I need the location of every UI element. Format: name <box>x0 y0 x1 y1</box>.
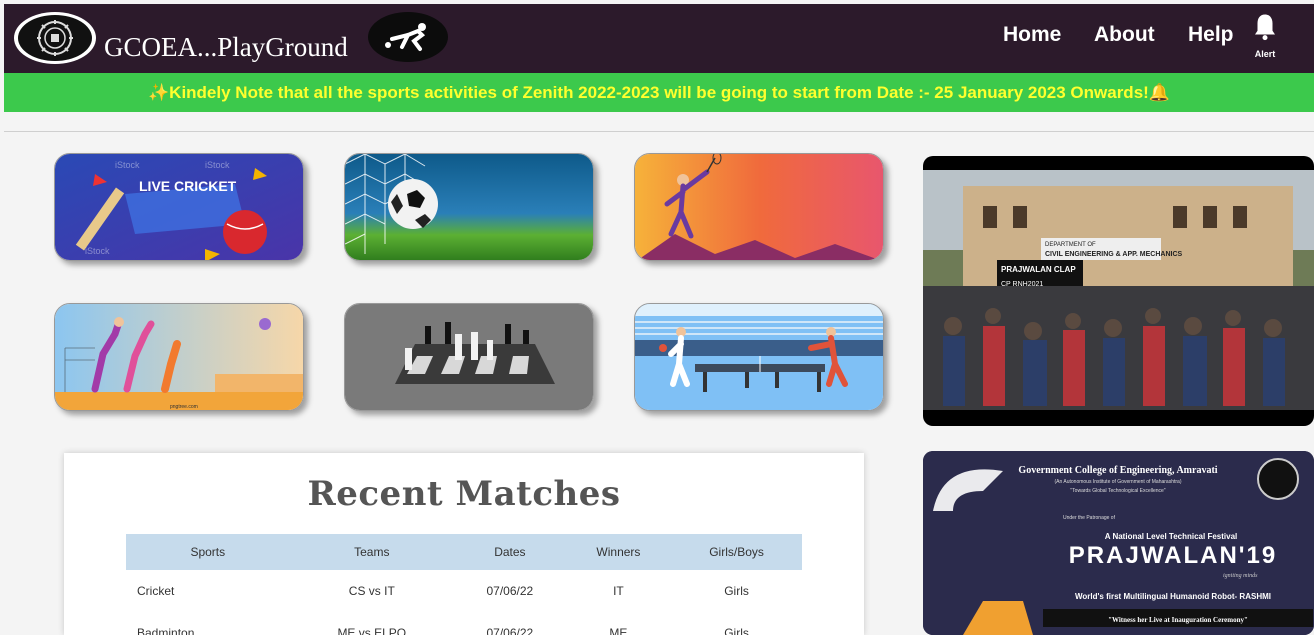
volleyball-card-caption: pngtree.com <box>170 404 198 410</box>
nav-about-link[interactable]: About <box>1094 23 1155 47</box>
sport-card-volleyball[interactable]: pngtree.com <box>54 303 304 411</box>
notice-text: ✨Kindely Note that all the sports activi… <box>148 82 1170 102</box>
cell-teams: CS vs IT <box>348 584 395 598</box>
col-dates: Dates <box>453 534 566 570</box>
sport-card-badminton[interactable] <box>634 153 884 261</box>
cell-category: Girls <box>724 626 749 635</box>
col-winners: Winners <box>565 534 672 570</box>
poster-subtitle: "Towards Global Technological Excellence… <box>1070 488 1165 494</box>
cell-sport: Badminton <box>137 626 195 635</box>
cell-date: 07/06/22 <box>486 584 534 598</box>
nav-home-link[interactable]: Home <box>1003 23 1061 47</box>
poster-title: PRAJWALAN'19 <box>1069 542 1277 569</box>
sport-card-chess[interactable] <box>344 303 594 411</box>
banner-sign-text: DEPARTMENT OF <box>1045 242 1096 248</box>
sport-card-table-tennis[interactable] <box>634 303 884 411</box>
college-logo[interactable] <box>14 12 96 64</box>
nav-help-link[interactable]: Help <box>1188 23 1234 47</box>
table-row: Cricket CS vs IT 07/06/22 IT Girls <box>126 570 802 612</box>
cell-winner: ME <box>609 626 628 635</box>
poster-festival: A National Level Technical Festival <box>1105 532 1238 541</box>
cell-sport: Cricket <box>137 584 175 598</box>
bell-icon <box>1255 14 1275 41</box>
cell-date: 07/06/22 <box>486 626 534 635</box>
cricket-card-watermark: iStock <box>85 246 110 256</box>
cricket-card-text: LIVE CRICKET <box>139 178 237 194</box>
poster-college-name: Government College of Engineering, Amrav… <box>1018 465 1217 476</box>
notice-bar: ✨Kindely Note that all the sports activi… <box>4 73 1314 112</box>
sport-player-icon <box>368 12 448 62</box>
table-header-row: Sports Teams Dates Winners Girls/Boys <box>126 534 802 570</box>
cell-category: Girls <box>724 584 749 598</box>
table-row: Badminton ME vs ELPO 07/06/22 ME Girls <box>126 612 802 635</box>
divider <box>4 131 1314 132</box>
cricket-card-watermark: iStock <box>205 160 230 170</box>
sport-card-football[interactable] <box>344 153 594 261</box>
col-girls-boys: Girls/Boys <box>671 534 802 570</box>
recent-matches-table: Sports Teams Dates Winners Girls/Boys Cr… <box>126 534 802 635</box>
top-navbar: GCOEA...PlayGround Home About Help Alert <box>4 4 1314 73</box>
college-emblem-icon <box>18 15 92 61</box>
cell-winner: IT <box>613 584 624 598</box>
cell-teams: ME vs ELPO <box>337 626 407 635</box>
prajwalan-crowd-photo: DEPARTMENT OF CIVIL ENGINEERING & APP. M… <box>923 156 1314 426</box>
recent-matches-title: Recent Matches <box>307 474 621 514</box>
poster-witness: "Witness her Live at Inauguration Ceremo… <box>1108 616 1248 624</box>
col-sports: Sports <box>126 534 290 570</box>
banner-board-text: PRAJWALAN CLAP <box>1001 265 1076 274</box>
poster-subtitle: (An Autonomous Institute of Government o… <box>1054 479 1181 485</box>
sport-card-cricket[interactable]: LIVE CRICKET iStock iStock iStock <box>54 153 304 261</box>
recent-matches-panel: Recent Matches Sports Teams Dates Winner… <box>64 453 864 635</box>
banner-sign-text: CIVIL ENGINEERING & APP. MECHANICS <box>1045 251 1183 258</box>
alert-label: Alert <box>1254 49 1276 59</box>
poster-tagline: igniting minds <box>1223 573 1258 579</box>
poster-robot: World's first Multilingual Humanoid Robo… <box>1075 592 1271 601</box>
site-brand[interactable]: GCOEA...PlayGround <box>104 32 348 63</box>
alert-button[interactable]: Alert <box>1248 12 1282 62</box>
poster-patronage: Under the Patronage of <box>1063 515 1116 521</box>
prajwalan-19-poster: Government College of Engineering, Amrav… <box>923 451 1314 635</box>
cricket-card-watermark: iStock <box>115 160 140 170</box>
col-teams: Teams <box>289 534 454 570</box>
